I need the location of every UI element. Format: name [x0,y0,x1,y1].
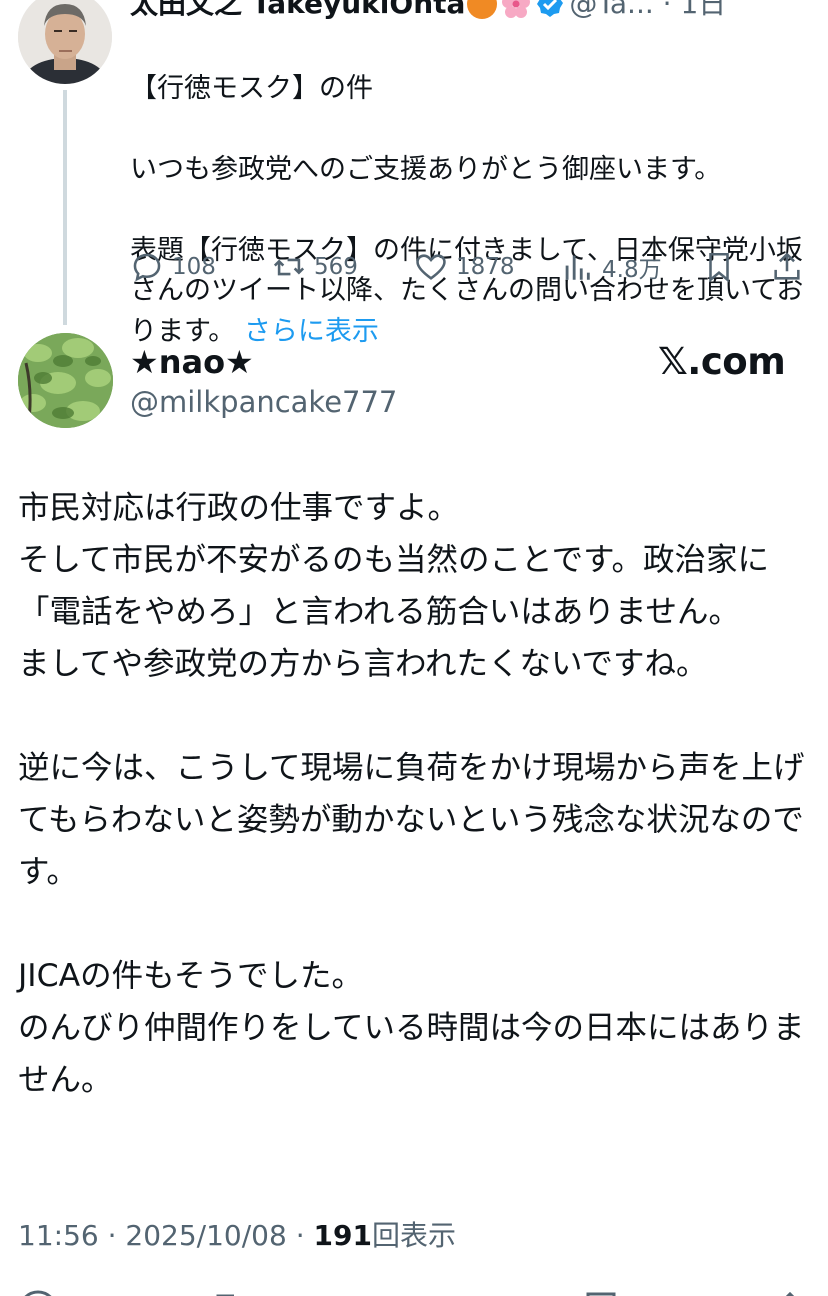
orange-circle-emoji-icon [467,0,498,19]
reply-button[interactable]: 108 [130,245,216,289]
person-avatar-icon [18,0,112,84]
share-icon [774,252,800,280]
show-more-link[interactable]: さらに表示 [244,316,379,347]
reply-count: 108 [172,254,216,280]
bookmark-button[interactable] [702,245,736,289]
retweet-icon [273,258,305,276]
parent-avatar[interactable] [18,0,112,84]
quote-author-handle[interactable]: @milkpancake777 [130,382,397,422]
thread-connector-line [63,90,67,325]
analytics-bar-icon [565,255,590,280]
meta-separator: · [295,1219,305,1252]
parent-author-name[interactable]: 太田文之 TakeyukiOhta [130,0,465,20]
x-brand-logo: 𝕏.com [658,340,786,383]
tweet-meta: 11:56 · 2025/10/08 · 191回表示 [18,1214,456,1258]
parent-time[interactable]: 1日 [680,0,726,20]
tweet-date[interactable]: 2025/10/08 [125,1219,286,1252]
parent-body-line: 【行徳モスク】の件 [130,72,373,104]
tweet-time[interactable]: 11:56 [18,1219,99,1252]
bookmark-icon [709,252,729,283]
parent-body-line: いつも参政党へのご支援ありがとう御座います。 [130,153,722,185]
reply-icon [24,1290,52,1296]
meta-separator: · [107,1219,117,1252]
heart-icon [416,254,446,280]
cherry-blossom-emoji-icon [501,0,531,30]
like-count: 1878 [456,254,515,280]
parent-handle[interactable]: @Ta... [569,0,653,20]
share-button[interactable] [770,245,804,289]
quote-action-bar [0,1280,828,1296]
green-leaves-photo-icon [18,333,113,428]
parent-tweet-header: 太田文之 TakeyukiOhta @Ta... · 1日 [130,0,820,24]
like-button[interactable]: 1878 [414,245,515,289]
verified-badge-icon [535,0,565,30]
retweet-button[interactable]: 569 [272,245,358,289]
views-button[interactable]: 4.8万 [560,245,662,289]
quote-avatar[interactable] [18,333,113,428]
retweet-count: 569 [314,254,358,280]
tweet-view-count: 191 [313,1219,372,1252]
quote-tweet-body: 市民対応は行政の仕事ですよ。 そして市民が不安がるのも当然のことです。政治家に「… [18,490,805,1098]
views-count: 4.8万 [602,257,662,283]
quote-author-name[interactable]: ★nao★ [130,340,254,384]
reply-icon [133,253,161,282]
tweet-view-label: 回表示 [371,1219,456,1252]
parent-tweet-body: 【行徳モスク】の件 いつも参政党へのご支援ありがとう御座います。 表題【行徳モス… [130,28,810,393]
parent-action-bar: 108 569 1878 4.8万 [130,245,820,289]
